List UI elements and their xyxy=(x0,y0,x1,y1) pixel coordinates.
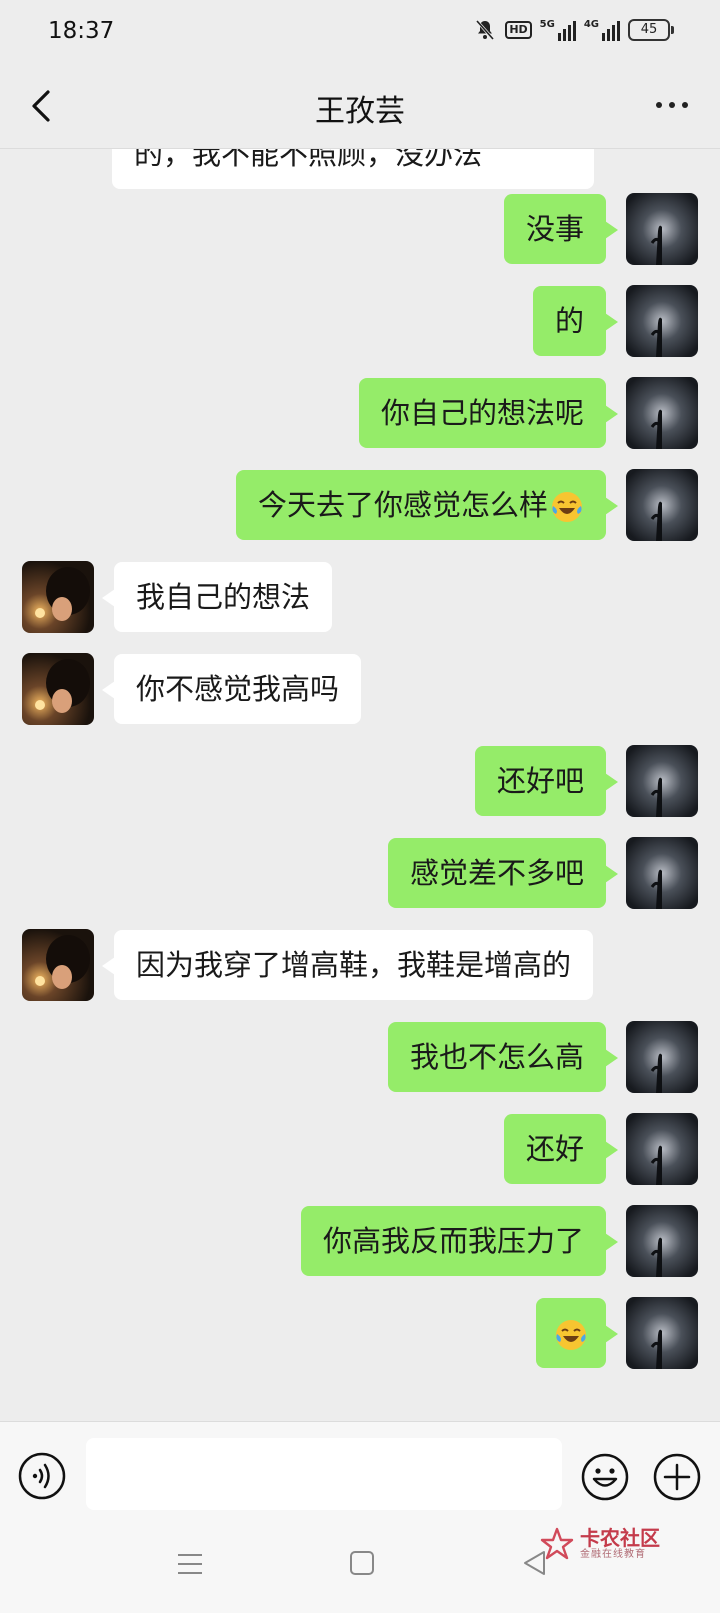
status-bar: 18:37 HD 5G 4G 45 xyxy=(0,0,720,64)
message-outgoing: 的 xyxy=(532,285,698,357)
chat-header: 王孜芸 xyxy=(0,64,720,149)
message-text: 今天去了你感觉怎么样 xyxy=(257,488,548,522)
message-outgoing: 没事 xyxy=(503,193,698,265)
message-outgoing: 你自己的想法呢 xyxy=(358,377,698,449)
watermark-title: 卡农社区 xyxy=(580,1526,660,1550)
message-outgoing: 还好吧 xyxy=(474,745,698,817)
message-bubble[interactable]: 今天去了你感觉怎么样 xyxy=(235,470,619,540)
avatar-contact[interactable] xyxy=(22,653,94,725)
mute-bell-icon xyxy=(476,20,495,40)
crying-laugh-emoji-icon xyxy=(556,1320,586,1350)
avatar-self[interactable] xyxy=(626,837,698,909)
watermark-subtitle: 金融在线教育 xyxy=(580,1549,646,1560)
message-outgoing: 今天去了你感觉怎么样 xyxy=(235,469,698,541)
message-outgoing: 你高我反而我压力了 xyxy=(300,1205,698,1277)
message-input[interactable] xyxy=(86,1438,562,1510)
message-outgoing: 我也不怎么高 xyxy=(387,1021,698,1093)
avatar-self[interactable] xyxy=(626,469,698,541)
message-incoming: 我自己的想法 xyxy=(22,561,333,633)
plus-icon[interactable] xyxy=(652,1452,702,1502)
more-dots-icon[interactable] xyxy=(656,102,688,108)
avatar-self[interactable] xyxy=(626,1113,698,1185)
avatar-self[interactable] xyxy=(626,1205,698,1277)
watermark: 卡农社区 金融在线教育 xyxy=(540,1527,660,1561)
message-bubble[interactable]: 因为我穿了增高鞋，我鞋是增高的 xyxy=(101,930,594,1000)
avatar-self[interactable] xyxy=(626,1021,698,1093)
avatar-self[interactable] xyxy=(626,285,698,357)
message-outgoing xyxy=(536,1297,698,1369)
message-bubble[interactable]: 你自己的想法呢 xyxy=(358,378,619,448)
message-bubble[interactable] xyxy=(536,1298,618,1368)
message-incoming: 的，我不能不照顾，没办法 xyxy=(92,149,594,189)
message-outgoing: 还好 xyxy=(503,1113,698,1185)
input-toolbar: 卡农社区 金融在线教育 xyxy=(0,1421,720,1613)
signal-4g-icon: 4G xyxy=(584,19,620,41)
battery-level: 45 xyxy=(628,19,670,41)
avatar-self[interactable] xyxy=(626,193,698,265)
signal-5g-icon: 5G xyxy=(540,19,576,41)
message-bubble[interactable]: 的，我不能不照顾，没办法 xyxy=(112,149,594,189)
message-bubble[interactable]: 没事 xyxy=(503,194,619,264)
message-bubble[interactable]: 还好吧 xyxy=(474,746,619,816)
avatar-self[interactable] xyxy=(626,745,698,817)
battery-icon: 45 xyxy=(628,19,674,41)
page-title: 王孜芸 xyxy=(315,94,405,129)
avatar-self[interactable] xyxy=(626,377,698,449)
status-time: 18:37 xyxy=(48,18,115,44)
crying-laugh-emoji-icon xyxy=(552,492,582,522)
message-bubble[interactable]: 还好 xyxy=(503,1114,619,1184)
message-incoming: 因为我穿了增高鞋，我鞋是增高的 xyxy=(22,929,594,1001)
emoji-icon[interactable] xyxy=(580,1452,630,1502)
home-icon[interactable] xyxy=(349,1550,375,1576)
message-outgoing: 感觉差不多吧 xyxy=(387,837,698,909)
chat-area[interactable]: 的，我不能不照顾，没办法 没事 的 你自己的想法呢 今天去了你感觉怎么样 我自己… xyxy=(0,149,720,1421)
message-bubble[interactable]: 你高我反而我压力了 xyxy=(300,1206,619,1276)
hd-badge: HD xyxy=(505,21,532,39)
message-bubble[interactable]: 你不感觉我高吗 xyxy=(101,654,362,724)
message-bubble[interactable]: 我自己的想法 xyxy=(101,562,333,632)
message-bubble[interactable]: 的 xyxy=(532,286,619,356)
voice-icon[interactable] xyxy=(18,1452,66,1500)
message-bubble[interactable]: 我也不怎么高 xyxy=(387,1022,619,1092)
nav-back-icon[interactable] xyxy=(520,1548,550,1578)
avatar-contact[interactable] xyxy=(22,561,94,633)
message-incoming: 你不感觉我高吗 xyxy=(22,653,362,725)
message-bubble[interactable]: 感觉差不多吧 xyxy=(387,838,619,908)
avatar-contact[interactable] xyxy=(22,929,94,1001)
menu-icon[interactable] xyxy=(176,1550,204,1578)
status-icons: HD 5G 4G 45 xyxy=(473,18,674,42)
avatar-self[interactable] xyxy=(626,1297,698,1369)
